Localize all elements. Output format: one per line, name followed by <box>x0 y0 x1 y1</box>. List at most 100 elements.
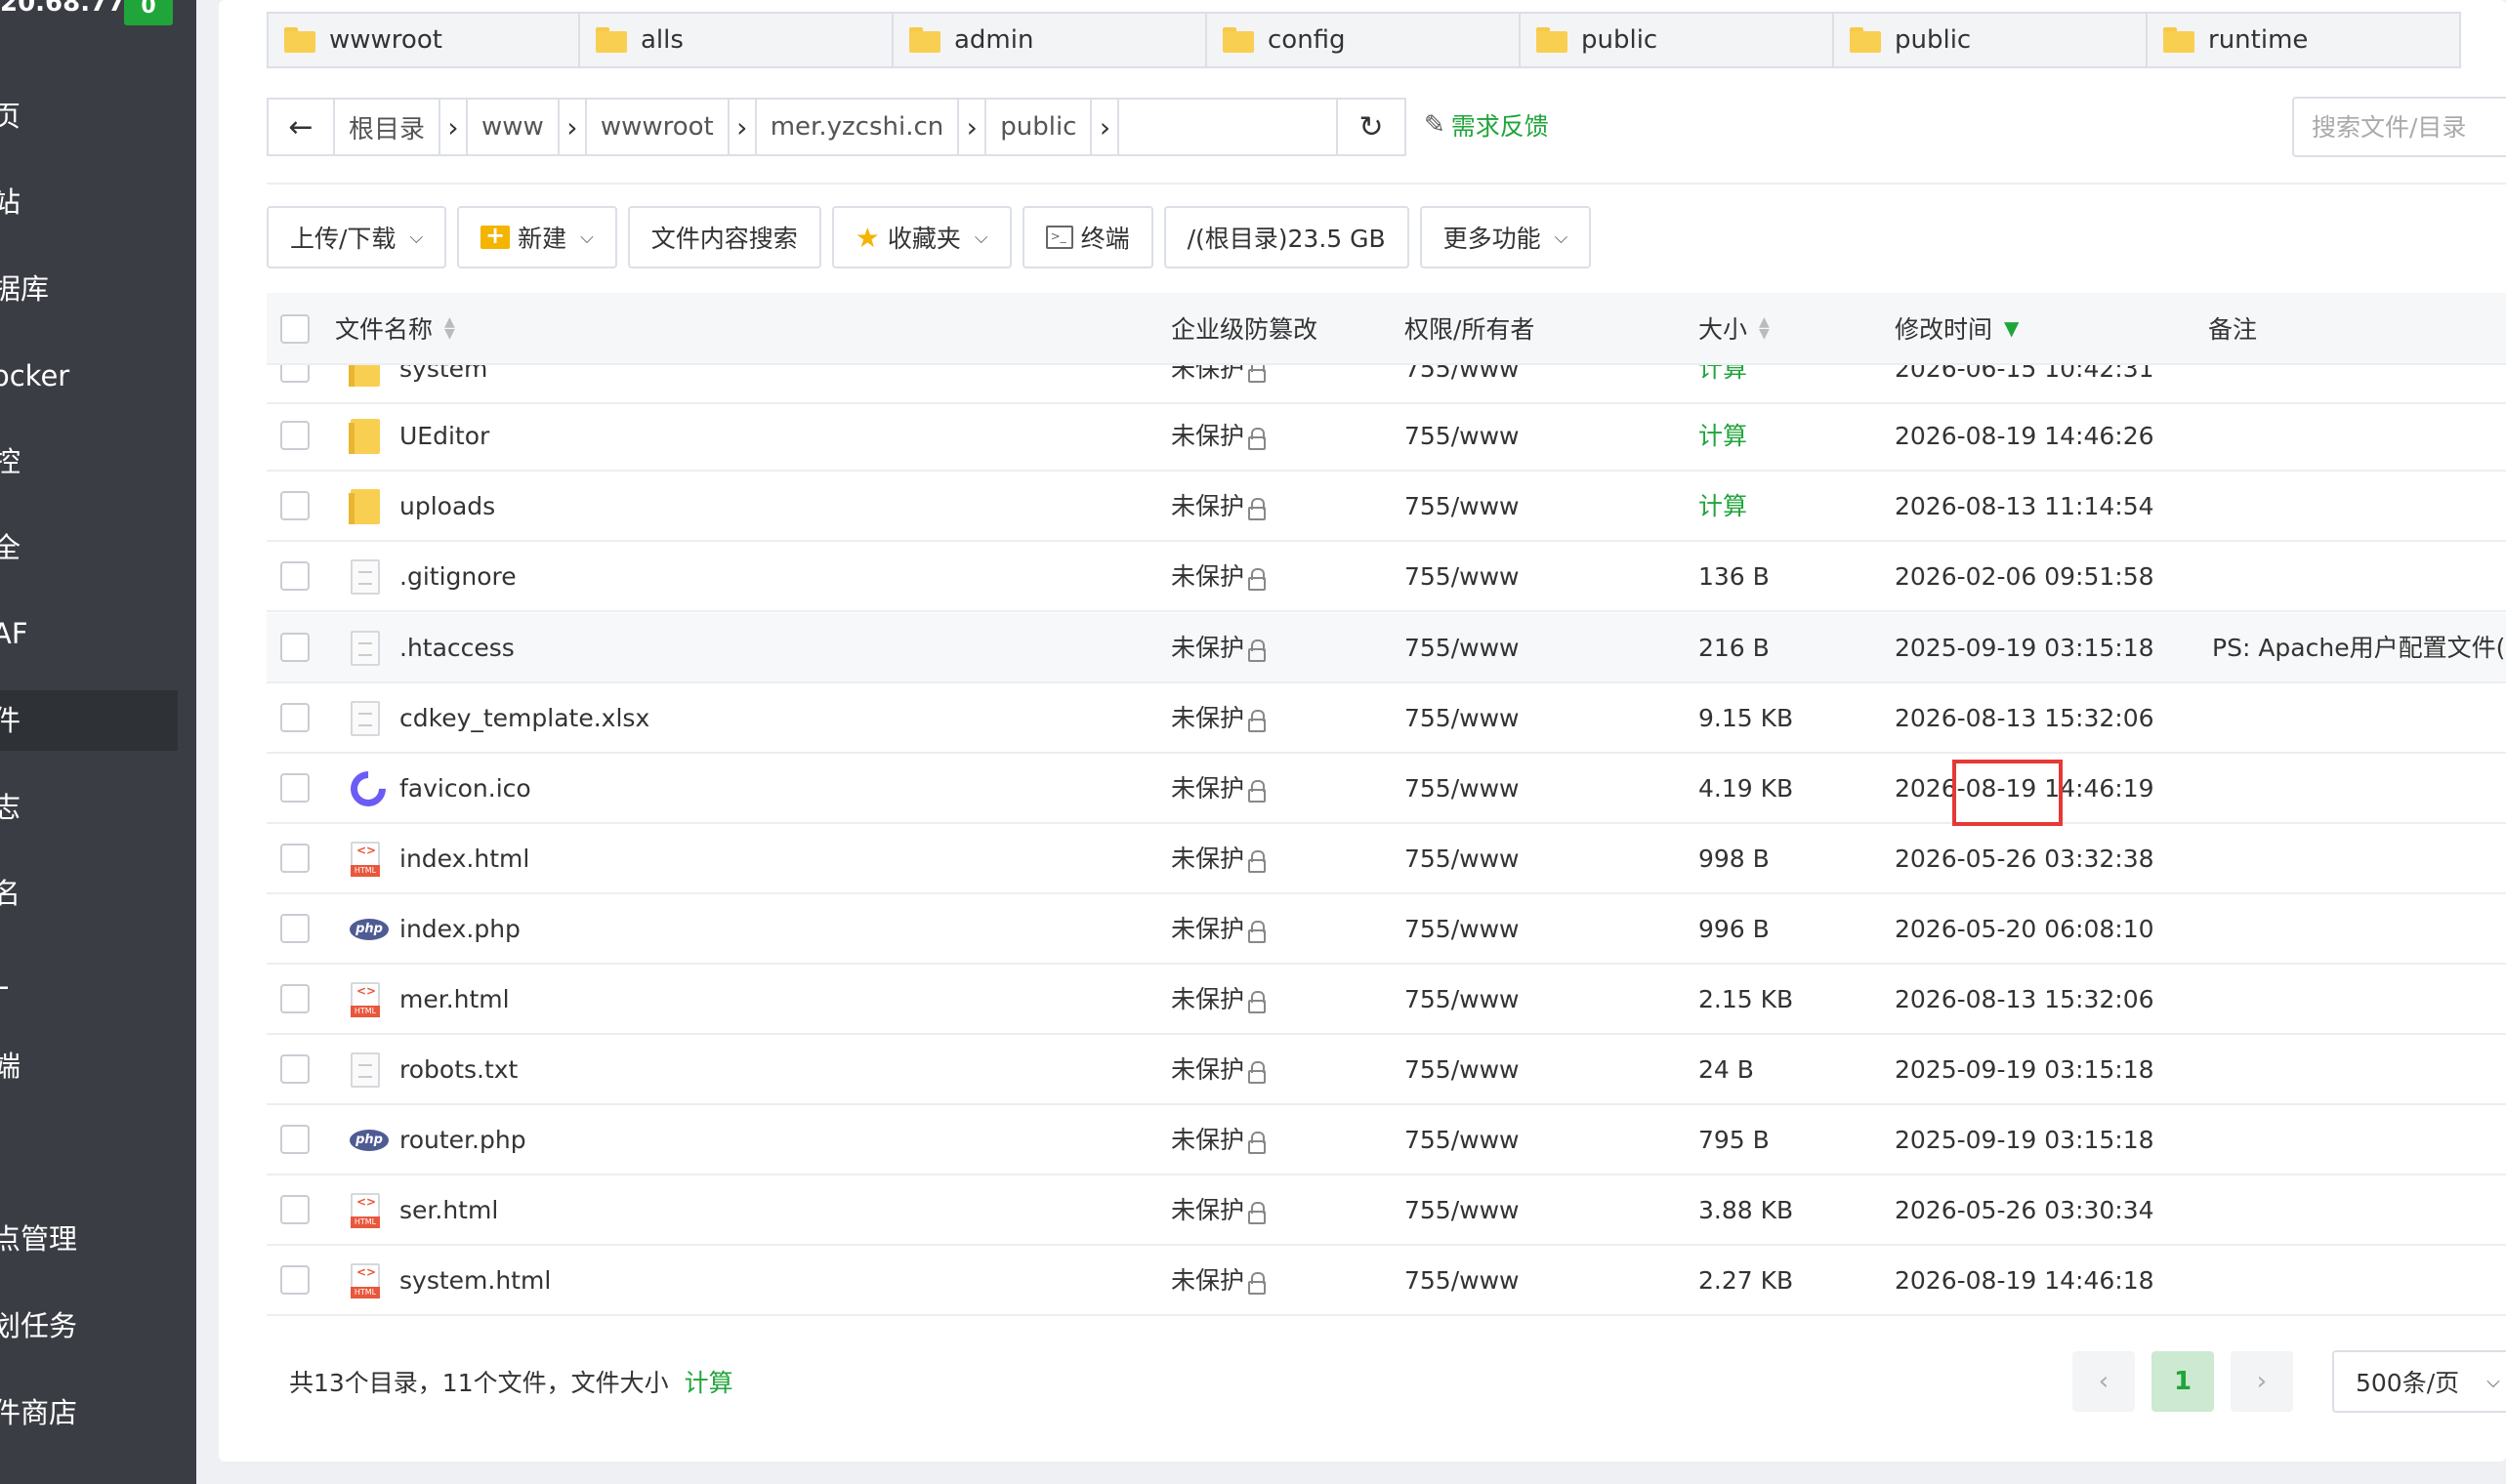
protect-status[interactable]: 未保护 <box>1171 542 1267 612</box>
protect-status[interactable]: 未保护 <box>1171 1175 1267 1246</box>
file-name[interactable]: favicon.ico <box>399 754 531 824</box>
more-functions-button[interactable]: 更多功能 ⌵ <box>1419 206 1592 268</box>
row-checkbox[interactable] <box>280 984 310 1013</box>
protect-status[interactable]: 未保护 <box>1171 965 1267 1035</box>
favorites-button[interactable]: ★ 收藏夹 ⌵ <box>831 206 1012 268</box>
breadcrumb-item[interactable]: wwwroot <box>587 100 728 154</box>
protect-status[interactable]: 未保护 <box>1171 1035 1267 1105</box>
row-checkbox[interactable] <box>280 421 310 450</box>
calc-total-link[interactable]: 计算 <box>685 1369 733 1397</box>
folder-tab[interactable]: admin <box>894 12 1207 68</box>
permission-owner[interactable]: 755/www <box>1404 894 1519 965</box>
next-page-button[interactable]: › <box>2231 1351 2293 1412</box>
protect-status[interactable]: 未保护 <box>1171 894 1267 965</box>
new-button[interactable]: 新建 ⌵ <box>457 206 617 268</box>
permission-owner[interactable]: 755/www <box>1404 1246 1519 1316</box>
chevron-right-icon[interactable]: › <box>439 100 469 154</box>
file-note[interactable]: PS: Apache用户配置文件(伪 <box>2212 613 2506 683</box>
chevron-right-icon[interactable]: › <box>957 100 987 154</box>
row-checkbox[interactable] <box>280 1125 310 1154</box>
table-row[interactable]: system 未保护 755/www 计算 2026-06-15 10:42:31 <box>267 365 2506 404</box>
table-row[interactable]: favicon.ico 未保护 755/www 4.19 KB 2026-08-19 1… <box>267 754 2506 824</box>
sidebar-item[interactable]: l <box>0 1123 178 1183</box>
file-name[interactable]: mer.html <box>399 965 510 1035</box>
calc-size-link[interactable]: 计算 <box>1698 401 1747 472</box>
table-row[interactable]: .htaccess 未保护 755/www 216 B 2025-09-19 03:15… <box>267 613 2506 683</box>
sidebar-item[interactable]: 点管理 <box>0 1209 178 1269</box>
sidebar-item[interactable]: 端 <box>0 1036 178 1096</box>
file-name[interactable]: router.php <box>399 1105 526 1175</box>
file-name[interactable]: robots.txt <box>399 1035 518 1105</box>
permission-owner[interactable]: 755/www <box>1404 683 1519 754</box>
table-row[interactable]: index.html 未保护 755/www 998 B 2026-05-26 03:3… <box>267 824 2506 894</box>
protect-status[interactable]: 未保护 <box>1171 401 1267 472</box>
folder-tab[interactable]: runtime <box>2148 12 2461 68</box>
prev-page-button[interactable]: ‹ <box>2072 1351 2135 1412</box>
table-row[interactable]: php router.php 未保护 755/www 795 B 2025-09-19 0… <box>267 1105 2506 1175</box>
permission-owner[interactable]: 755/www <box>1404 824 1519 894</box>
breadcrumb-item[interactable]: 根目录 <box>335 100 439 154</box>
permission-owner[interactable]: 755/www <box>1404 754 1519 824</box>
sidebar-item[interactable]: 控 <box>0 432 178 492</box>
table-row[interactable]: UEditor 未保护 755/www 计算 2026-08-19 14:46:26 <box>267 401 2506 472</box>
sidebar-item[interactable]: 件 <box>0 690 178 751</box>
protect-status[interactable]: 未保护 <box>1171 472 1267 542</box>
file-name[interactable]: .htaccess <box>399 613 515 683</box>
folder-tab[interactable]: config <box>1207 12 1521 68</box>
sidebar-item[interactable]: 站 <box>0 172 178 232</box>
table-row[interactable]: robots.txt 未保护 755/www 24 B 2025-09-19 03:15… <box>267 1035 2506 1105</box>
file-name[interactable]: index.html <box>399 824 529 894</box>
table-row[interactable]: php index.php 未保护 755/www 996 B 2026-05-20 06… <box>267 894 2506 965</box>
page-1-button[interactable]: 1 <box>2151 1351 2214 1412</box>
refresh-icon[interactable]: ↻ <box>1338 100 1404 154</box>
col-mtime-header[interactable]: 修改时间 ▼ <box>1895 310 2019 346</box>
sidebar-item[interactable]: 据库 <box>0 259 178 319</box>
folder-tab[interactable]: wwwroot <box>267 12 580 68</box>
chevron-right-icon[interactable]: › <box>1090 100 1120 154</box>
search-input[interactable] <box>2292 97 2506 157</box>
protect-status[interactable]: 未保护 <box>1171 365 1267 404</box>
sidebar-item[interactable]: 页 <box>0 86 178 146</box>
row-checkbox[interactable] <box>280 703 310 732</box>
table-row[interactable]: .gitignore 未保护 755/www 136 B 2026-02-06 09:5… <box>267 542 2506 612</box>
alert-count-badge[interactable]: 0 <box>124 0 173 25</box>
permission-owner[interactable]: 755/www <box>1404 1105 1519 1175</box>
file-name[interactable]: cdkey_template.xlsx <box>399 683 649 754</box>
sidebar-item[interactable]: AF <box>0 603 178 664</box>
protect-status[interactable]: 未保护 <box>1171 754 1267 824</box>
file-name[interactable]: ser.html <box>399 1175 498 1246</box>
sidebar-item[interactable]: ocker <box>0 346 178 406</box>
permission-owner[interactable]: 755/www <box>1404 472 1519 542</box>
file-name[interactable]: UEditor <box>399 401 489 472</box>
protect-status[interactable]: 未保护 <box>1171 1105 1267 1175</box>
disk-usage-button[interactable]: /(根目录)23.5 GB <box>1163 206 1409 268</box>
row-checkbox[interactable] <box>280 773 310 803</box>
file-name[interactable]: uploads <box>399 472 495 542</box>
protect-status[interactable]: 未保护 <box>1171 683 1267 754</box>
sidebar-item[interactable]: 划任务 <box>0 1296 178 1356</box>
row-checkbox[interactable] <box>280 844 310 873</box>
permission-owner[interactable]: 755/www <box>1404 365 1519 404</box>
breadcrumb-item[interactable]: public <box>986 100 1090 154</box>
row-checkbox[interactable] <box>280 1195 310 1224</box>
back-arrow-icon[interactable]: ← <box>269 100 335 154</box>
file-name[interactable]: system.html <box>399 1246 551 1316</box>
row-checkbox[interactable] <box>280 1054 310 1084</box>
folder-tab[interactable]: public <box>1521 12 1834 68</box>
table-row[interactable]: mer.html 未保护 755/www 2.15 KB 2026-08-13 15:3… <box>267 965 2506 1035</box>
row-checkbox[interactable] <box>280 633 310 662</box>
table-row[interactable]: cdkey_template.xlsx 未保护 755/www 9.15 KB 2026… <box>267 683 2506 754</box>
content-search-button[interactable]: 文件内容搜索 <box>627 206 821 268</box>
row-checkbox[interactable] <box>280 365 310 383</box>
per-page-select[interactable]: 500条/页 ⌵ <box>2332 1350 2506 1413</box>
calc-size-link[interactable]: 计算 <box>1698 365 1747 404</box>
chevron-right-icon[interactable]: › <box>727 100 757 154</box>
protect-status[interactable]: 未保护 <box>1171 613 1267 683</box>
permission-owner[interactable]: 755/www <box>1404 542 1519 612</box>
table-row[interactable]: uploads 未保护 755/www 计算 2026-08-13 11:14:54 <box>267 472 2506 542</box>
chevron-right-icon[interactable]: › <box>557 100 587 154</box>
col-name-header[interactable]: 文件名称 ▲ ▼ <box>335 310 455 346</box>
permission-owner[interactable]: 755/www <box>1404 1035 1519 1105</box>
file-name[interactable]: index.php <box>399 894 521 965</box>
permission-owner[interactable]: 755/www <box>1404 613 1519 683</box>
